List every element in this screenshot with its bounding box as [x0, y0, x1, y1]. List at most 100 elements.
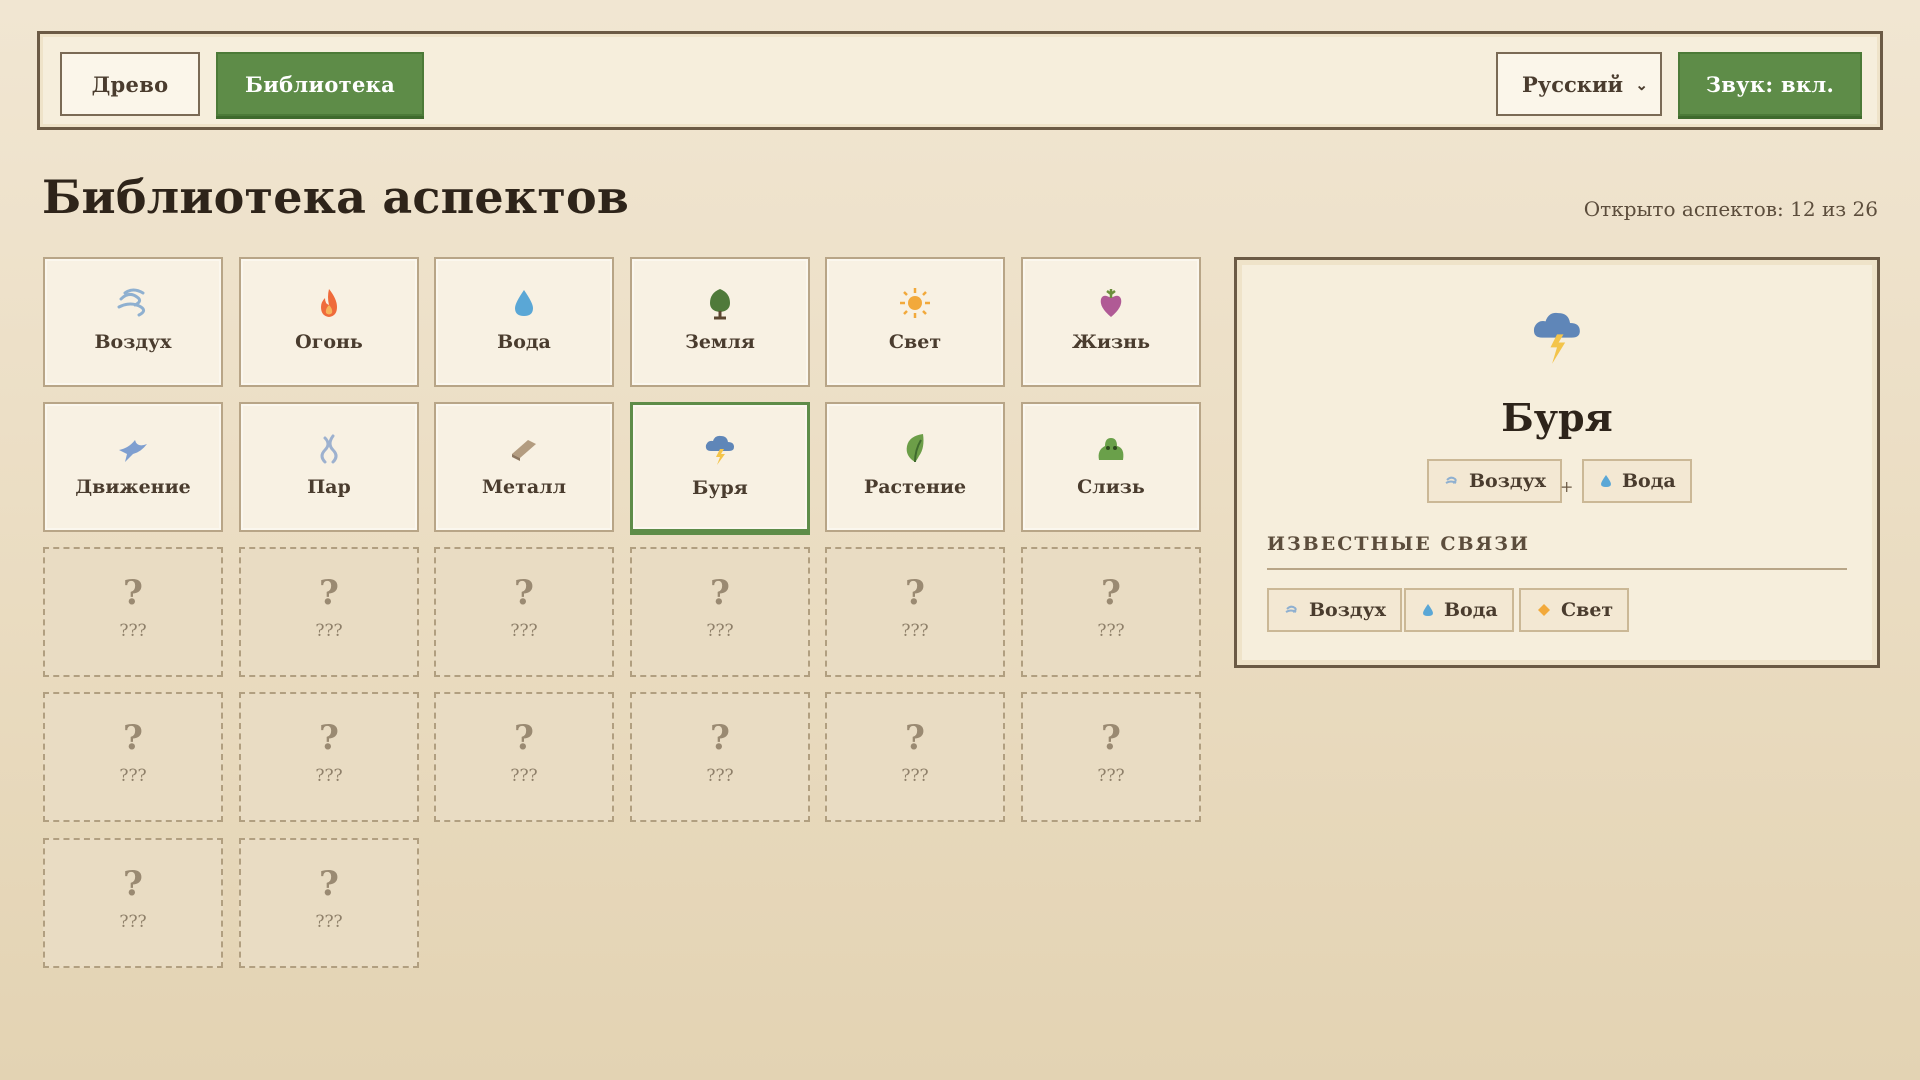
locked-name: ??? [315, 912, 343, 932]
question-icon: ? [123, 864, 143, 904]
page-title: Библиотека аспектов [42, 170, 630, 224]
motion-icon [115, 430, 151, 466]
metal-icon [506, 430, 542, 466]
aspect-card-plant[interactable]: Растение [825, 402, 1005, 532]
question-icon: ? [1101, 573, 1121, 613]
locked-aspect-card[interactable]: ???? [43, 692, 223, 822]
aspect-card-metal[interactable]: Металл [434, 402, 614, 532]
storm-icon [1527, 305, 1587, 371]
question-icon: ? [123, 718, 143, 758]
aspect-card-light[interactable]: Свет [825, 257, 1005, 387]
locked-name: ??? [1097, 766, 1125, 786]
locked-aspect-card[interactable]: ???? [43, 838, 223, 968]
chip-label: Свет [1561, 599, 1614, 621]
plant-icon [897, 430, 933, 466]
recipe-chip-water[interactable]: Вода [1582, 459, 1692, 503]
locked-name: ??? [510, 766, 538, 786]
locked-name: ??? [706, 621, 734, 641]
locked-aspect-card[interactable]: ???? [630, 692, 810, 822]
chip-label: Воздух [1469, 470, 1547, 492]
locked-aspect-card[interactable]: ???? [825, 692, 1005, 822]
aspect-card-life[interactable]: Жизнь [1021, 257, 1201, 387]
water-icon [506, 285, 542, 321]
locked-aspect-card[interactable]: ???? [1021, 692, 1201, 822]
question-icon: ? [514, 718, 534, 758]
aspect-card-steam[interactable]: Пар [239, 402, 419, 532]
locked-aspect-card[interactable]: ???? [630, 547, 810, 677]
question-icon: ? [710, 718, 730, 758]
chip-label: Воздух [1309, 599, 1387, 621]
locked-aspect-card[interactable]: ???? [239, 547, 419, 677]
known-links-title: ИЗВЕСТНЫЕ СВЯЗИ [1267, 533, 1530, 555]
locked-aspect-card[interactable]: ???? [434, 547, 614, 677]
plus-sign: + [1560, 477, 1574, 496]
chip-label: Вода [1622, 470, 1676, 492]
steam-icon [311, 430, 347, 466]
chip-label: Вода [1444, 599, 1498, 621]
slime-icon [1093, 430, 1129, 466]
question-icon: ? [319, 718, 339, 758]
aspect-card-air[interactable]: Воздух [43, 257, 223, 387]
aspect-name: Воздух [94, 331, 172, 353]
locked-name: ??? [119, 912, 147, 932]
tree-button[interactable]: Древо [60, 52, 200, 116]
locked-name: ??? [315, 621, 343, 641]
locked-name: ??? [706, 766, 734, 786]
chevron-down-icon: ⌄ [1635, 76, 1648, 94]
aspect-card-motion[interactable]: Движение [43, 402, 223, 532]
locked-name: ??? [119, 766, 147, 786]
aspect-card-slime[interactable]: Слизь [1021, 402, 1201, 532]
language-value: Русский [1522, 71, 1624, 97]
language-select[interactable]: Русский ⌄ [1496, 52, 1662, 116]
locked-name: ??? [510, 621, 538, 641]
air-icon [115, 285, 151, 321]
detail-aspect-name: Буря [1501, 395, 1613, 440]
locked-aspect-card[interactable]: ???? [825, 547, 1005, 677]
storm-icon [702, 431, 738, 467]
aspect-name: Свет [888, 331, 942, 353]
aspect-detail-panel: Буря Воздух + Вода ИЗВЕСТНЫЕ СВЯЗИ Возду… [1234, 257, 1880, 668]
question-icon: ? [710, 573, 730, 613]
light-icon [1538, 604, 1550, 616]
locked-aspect-card[interactable]: ???? [239, 692, 419, 822]
locked-name: ??? [901, 621, 929, 641]
light-icon [897, 285, 933, 321]
life-icon [1093, 285, 1129, 321]
aspect-card-earth[interactable]: Земля [630, 257, 810, 387]
aspect-name: Вода [497, 331, 551, 353]
aspect-card-fire[interactable]: Огонь [239, 257, 419, 387]
question-icon: ? [905, 573, 925, 613]
air-icon [1285, 605, 1297, 613]
air-icon [1445, 476, 1457, 484]
aspect-name: Жизнь [1072, 331, 1150, 353]
sound-toggle-button[interactable]: Звук: вкл. [1678, 52, 1862, 116]
aspect-counter: Открыто аспектов: 12 из 26 [1583, 197, 1878, 221]
locked-name: ??? [1097, 621, 1125, 641]
locked-aspect-card[interactable]: ???? [239, 838, 419, 968]
question-icon: ? [514, 573, 534, 613]
question-icon: ? [319, 573, 339, 613]
top-bar: Древо Библиотека Русский ⌄ Звук: вкл. [37, 31, 1883, 130]
known-link-light[interactable]: Свет [1519, 588, 1630, 632]
recipe-chip-air[interactable]: Воздух [1427, 459, 1563, 503]
library-button[interactable]: Библиотека [216, 52, 424, 116]
aspect-name: Слизь [1077, 476, 1145, 498]
known-link-water[interactable]: Вода [1404, 588, 1514, 632]
locked-aspect-card[interactable]: ???? [1021, 547, 1201, 677]
locked-aspect-card[interactable]: ???? [434, 692, 614, 822]
aspect-card-storm[interactable]: Буря [630, 402, 810, 532]
locked-name: ??? [901, 766, 929, 786]
fire-icon [311, 285, 347, 321]
divider [1267, 568, 1847, 570]
question-icon: ? [319, 864, 339, 904]
locked-name: ??? [119, 621, 147, 641]
water-icon [1423, 604, 1433, 616]
aspect-name: Пар [307, 476, 351, 498]
locked-aspect-card[interactable]: ???? [43, 547, 223, 677]
locked-name: ??? [315, 766, 343, 786]
aspect-name: Буря [692, 477, 748, 499]
question-icon: ? [905, 718, 925, 758]
known-link-air[interactable]: Воздух [1267, 588, 1403, 632]
earth-icon [702, 285, 738, 321]
aspect-card-water[interactable]: Вода [434, 257, 614, 387]
